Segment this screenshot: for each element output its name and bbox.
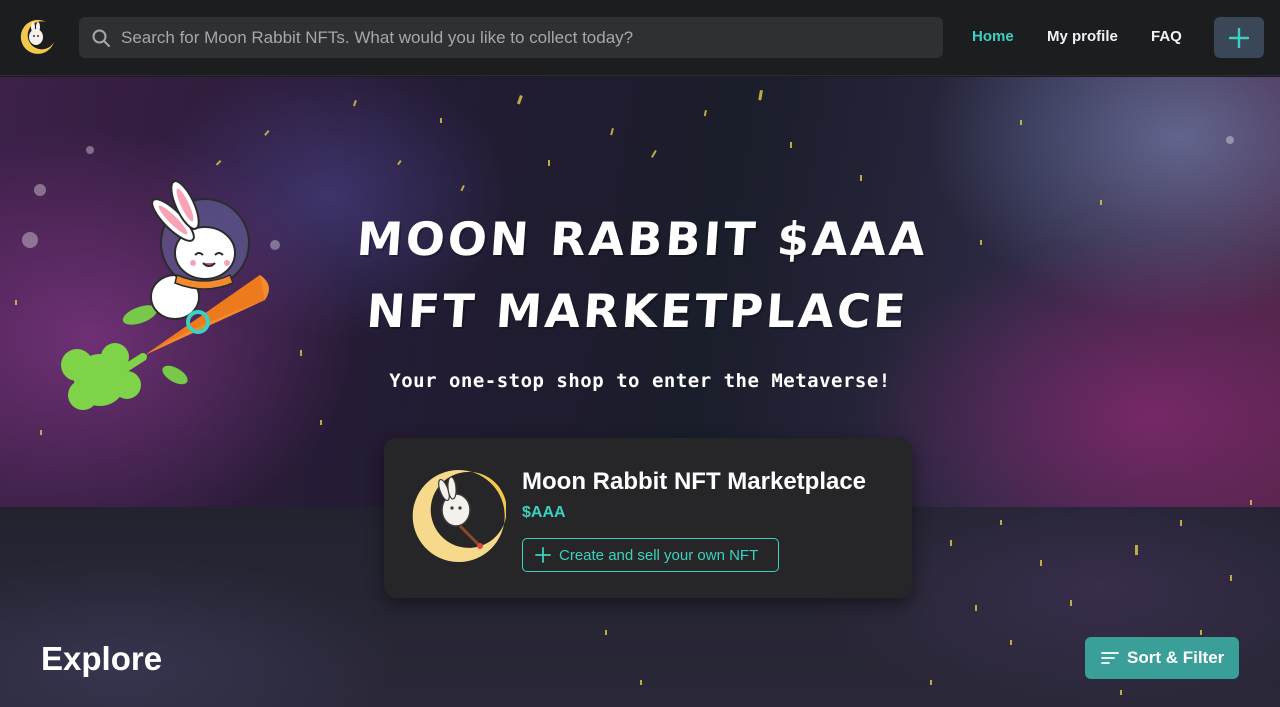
- search-input[interactable]: [121, 17, 931, 58]
- moon-rabbit-logo-icon[interactable]: [16, 16, 58, 58]
- nav-my-profile-link[interactable]: My profile: [1047, 28, 1118, 45]
- hero-title: MOON RABBIT $AAA NFT MARKETPLACE: [335, 203, 945, 347]
- plus-icon: [1229, 28, 1249, 48]
- moon-rabbit-crescent-logo-icon: [412, 468, 507, 564]
- hero-title-line-1: MOON RABBIT $AAA: [355, 212, 930, 266]
- nav-faq-link[interactable]: FAQ: [1151, 28, 1182, 45]
- create-and-sell-nft-label: Create and sell your own NFT: [559, 547, 759, 564]
- filter-lines-icon: [1101, 652, 1119, 664]
- plus-icon: [535, 547, 551, 563]
- create-nft-button[interactable]: [1214, 17, 1264, 58]
- rabbit-riding-carrot-rocket-illustration: [61, 180, 269, 410]
- top-navigation-bar: Home My profile FAQ: [0, 0, 1280, 76]
- search-bar[interactable]: [79, 17, 943, 58]
- nav-home-link[interactable]: Home: [972, 28, 1014, 45]
- sort-and-filter-label: Sort & Filter: [1127, 648, 1225, 667]
- hero-subtitle: Your one-stop shop to enter the Metavers…: [389, 370, 891, 392]
- hero-title-line-2: NFT MARKETPLACE: [364, 284, 911, 338]
- token-ticker: $AAA: [522, 504, 566, 521]
- search-icon: [91, 28, 111, 48]
- explore-heading: Explore: [41, 640, 163, 677]
- create-and-sell-nft-button[interactable]: Create and sell your own NFT: [522, 538, 779, 572]
- marketplace-info-card: Moon Rabbit NFT Marketplace $AAA Create …: [384, 438, 912, 598]
- sort-and-filter-button[interactable]: Sort & Filter: [1085, 637, 1239, 679]
- marketplace-title: Moon Rabbit NFT Marketplace: [522, 468, 867, 495]
